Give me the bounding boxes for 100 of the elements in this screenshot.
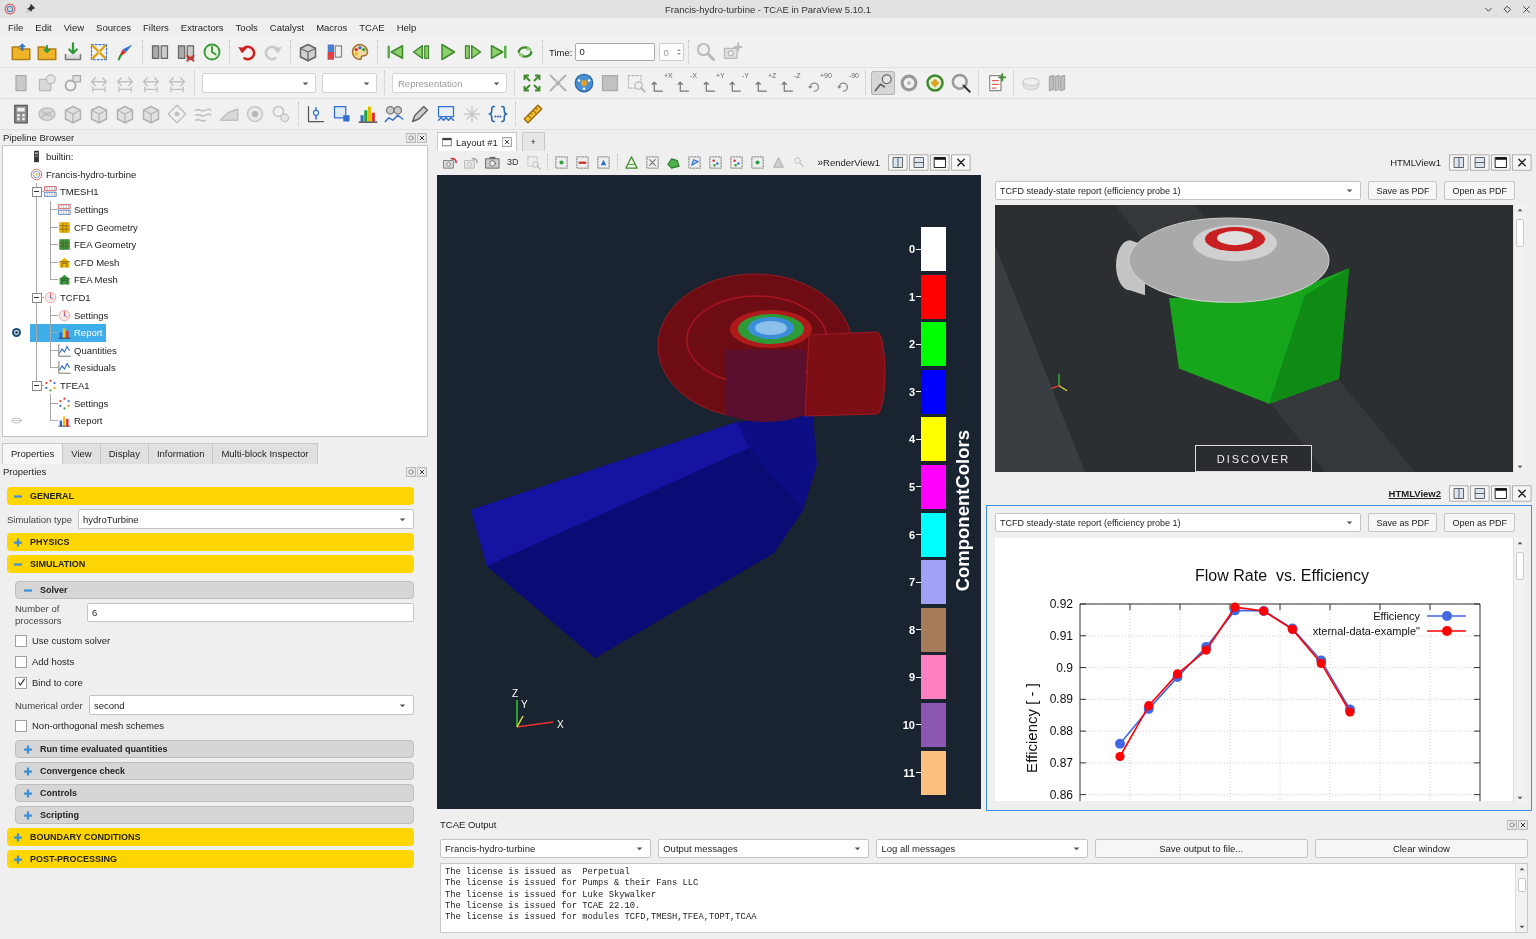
input-field[interactable]: 6 xyxy=(87,603,414,622)
checkbox-label[interactable]: Non-orthogonal mesh schemes xyxy=(32,720,164,731)
eye-icon[interactable] xyxy=(11,327,22,339)
close-icon[interactable] xyxy=(1512,483,1532,503)
split-vertical-icon[interactable] xyxy=(1470,152,1490,172)
dropdown[interactable]: Log all messages xyxy=(876,839,1088,858)
tree-item[interactable]: Residuals xyxy=(30,359,119,377)
tree-item[interactable]: TCFD1 xyxy=(30,288,94,307)
scrollbar-thumb[interactable] xyxy=(1517,878,1526,892)
checkbox[interactable] xyxy=(15,719,27,732)
menu-item[interactable]: Macros xyxy=(310,20,354,35)
dropdown[interactable]: second xyxy=(89,695,414,715)
menu-item[interactable]: Catalyst xyxy=(263,20,311,35)
checkbox[interactable] xyxy=(15,676,27,689)
section-header[interactable]: GENERAL xyxy=(7,487,414,505)
tree-item[interactable]: Settings xyxy=(30,394,112,412)
menu-item[interactable]: Help xyxy=(390,20,423,35)
discover-button[interactable]: DISCOVER xyxy=(1195,445,1312,472)
output-button[interactable]: Clear window xyxy=(1314,839,1528,858)
ruler-icon[interactable] xyxy=(521,102,545,126)
checkbox-label[interactable]: Add hosts xyxy=(32,656,75,667)
menu-item[interactable]: Tools xyxy=(229,20,264,35)
sphere-icon[interactable] xyxy=(572,71,596,95)
time-field[interactable]: 0 xyxy=(575,43,656,61)
menu-item[interactable]: Filters xyxy=(136,20,175,35)
tree-item[interactable]: Settings xyxy=(30,200,112,219)
tree-item[interactable]: TMESH1 xyxy=(30,183,102,201)
tree-item[interactable]: Settings xyxy=(30,306,112,324)
tree-item[interactable]: builtin: xyxy=(30,148,77,166)
group-header[interactable]: Convergence check xyxy=(15,762,414,780)
menu-item[interactable]: Extractors xyxy=(174,20,230,35)
scrollbar-thumb[interactable] xyxy=(1515,552,1524,580)
layout-tab[interactable]: Layout #1 xyxy=(437,132,517,151)
expand-toggle[interactable] xyxy=(31,380,42,391)
tree-item[interactable]: FEA Mesh xyxy=(30,271,121,289)
dropdown[interactable]: TCFD steady-state report (efficiency probe 1) xyxy=(995,513,1362,532)
menu-item[interactable]: View xyxy=(57,20,91,35)
pdf-button[interactable]: Save as PDF xyxy=(1368,513,1438,532)
checkbox[interactable] xyxy=(15,634,27,647)
split-horizontal-icon[interactable] xyxy=(887,152,908,172)
tree-item[interactable]: CFD Geometry xyxy=(30,218,141,236)
view-mode-button[interactable]: 3D xyxy=(503,157,523,167)
close-icon[interactable] xyxy=(1522,4,1531,14)
rotation-center-icon[interactable] xyxy=(923,71,947,95)
group-header[interactable]: Scripting xyxy=(15,806,414,824)
pdf-button[interactable]: Save as PDF xyxy=(1368,181,1438,200)
pick-center-icon[interactable] xyxy=(949,71,973,95)
group-header[interactable]: Run time evaluated quantities xyxy=(15,740,414,758)
pdf-button[interactable]: Open as PDF xyxy=(1444,181,1515,200)
view-title[interactable]: HTMLView1 xyxy=(1390,156,1441,168)
interaction-mode-icon[interactable] xyxy=(871,71,895,95)
checkbox-label[interactable]: Use custom solver xyxy=(32,635,111,646)
expand-toggle[interactable] xyxy=(31,292,42,303)
split-vertical-icon[interactable] xyxy=(908,152,929,172)
panel-tab[interactable]: Information xyxy=(147,443,214,464)
render-view[interactable]: Z Y X 0 1 2 3 4 5 6 7 8 9 10 11 ComponentColors xyxy=(437,175,981,809)
maximize-icon[interactable] xyxy=(929,152,950,172)
tree-item[interactable]: Francis-hydro-turbine xyxy=(30,165,140,184)
dropdown[interactable]: TCFD steady-state report (efficiency probe 1) xyxy=(995,181,1362,200)
dropdown[interactable]: hydroTurbine xyxy=(78,509,414,529)
close-icon[interactable] xyxy=(417,132,427,143)
dropdown[interactable]: Francis-hydro-turbine xyxy=(440,839,652,858)
close-icon[interactable] xyxy=(1518,819,1528,830)
checkbox-label[interactable]: Bind to core xyxy=(32,677,83,688)
menu-item[interactable]: Sources xyxy=(90,20,137,35)
panel-tab[interactable]: Display xyxy=(99,443,149,464)
checkbox[interactable] xyxy=(15,655,27,668)
close-icon[interactable] xyxy=(1512,152,1532,172)
menu-item[interactable]: File xyxy=(2,20,30,35)
view-title[interactable]: HTMLView2 xyxy=(1388,487,1441,499)
view-title[interactable]: RenderView1 xyxy=(823,156,880,168)
scrollbar[interactable] xyxy=(1515,864,1527,932)
section-header[interactable]: PHYSICS xyxy=(7,533,414,551)
split-vertical-icon[interactable] xyxy=(1470,483,1490,503)
close-icon[interactable] xyxy=(501,137,512,147)
output-button[interactable]: Save output to file... xyxy=(1094,839,1308,858)
split-horizontal-icon[interactable] xyxy=(1449,152,1469,172)
split-horizontal-icon[interactable] xyxy=(1449,483,1469,503)
tree-item[interactable]: CFD Mesh xyxy=(30,253,123,272)
new-tab-button[interactable]: + xyxy=(521,132,545,151)
section-header[interactable]: BOUNDARY CONDITIONS xyxy=(7,828,414,846)
section-header[interactable]: POST-PROCESSING xyxy=(7,850,414,868)
overflow-button[interactable]: » xyxy=(817,156,824,168)
panel-tab[interactable]: View xyxy=(62,443,101,464)
tree-item[interactable]: Quantities xyxy=(30,341,120,360)
menu-item[interactable]: Edit xyxy=(29,20,58,35)
group-header[interactable]: Solver xyxy=(15,581,414,599)
tree-item[interactable]: Report xyxy=(30,411,106,430)
tree-item[interactable]: FEA Geometry xyxy=(30,235,140,254)
section-header[interactable]: SIMULATION xyxy=(7,555,414,573)
maximize-icon[interactable] xyxy=(1491,152,1511,172)
expand-toggle[interactable] xyxy=(31,187,42,197)
close-icon[interactable] xyxy=(417,466,427,477)
maximize-icon[interactable] xyxy=(1491,483,1511,503)
panel-tab[interactable]: Multi-block Inspector xyxy=(212,443,318,464)
tree-item[interactable]: TFEA1 xyxy=(30,376,93,395)
menu-item[interactable]: TCAE xyxy=(353,20,391,35)
pdf-button[interactable]: Open as PDF xyxy=(1444,513,1515,532)
panel-tab[interactable]: Properties xyxy=(2,443,64,464)
close-icon[interactable] xyxy=(950,152,971,172)
